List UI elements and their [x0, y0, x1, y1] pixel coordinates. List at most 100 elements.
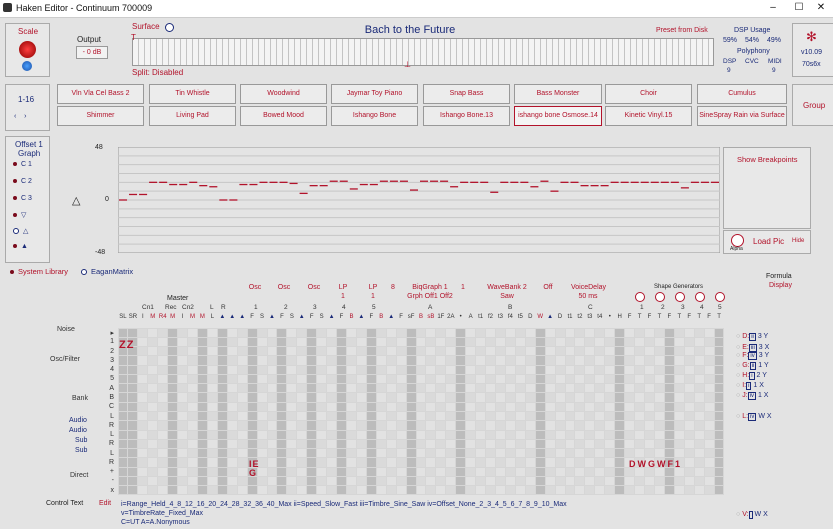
matrix-cell[interactable]	[257, 347, 267, 356]
matrix-cell[interactable]	[545, 328, 555, 337]
matrix-cell[interactable]	[327, 393, 337, 402]
matrix-cell[interactable]	[615, 328, 625, 337]
matrix-cell[interactable]	[635, 449, 644, 458]
matrix-col-code[interactable]: M	[148, 314, 158, 320]
matrix-cell[interactable]	[346, 486, 356, 495]
matrix-cell[interactable]	[277, 347, 287, 356]
matrix-cell[interactable]	[386, 384, 396, 393]
matrix-cell[interactable]	[178, 384, 188, 393]
matrix-cell[interactable]	[615, 374, 625, 384]
matrix-cell[interactable]	[426, 430, 436, 439]
matrix-cell[interactable]	[714, 421, 724, 430]
matrix-cell[interactable]	[178, 449, 188, 458]
matrix-cell[interactable]	[486, 486, 495, 495]
matrix-cell[interactable]	[466, 402, 476, 411]
formula-row[interactable]: ○ E: iii 3 X	[736, 344, 769, 352]
matrix-cell[interactable]	[605, 328, 615, 337]
matrix-cell[interactable]	[207, 458, 217, 467]
matrix-cell[interactable]	[188, 486, 197, 495]
matrix-cell[interactable]	[376, 393, 386, 402]
matrix-col-code[interactable]: •	[605, 314, 615, 320]
matrix-cell[interactable]	[476, 402, 486, 411]
matrix-cell[interactable]	[307, 458, 317, 467]
matrix-cell[interactable]	[307, 486, 317, 495]
matrix-cell[interactable]	[635, 430, 644, 439]
matrix-cell[interactable]	[674, 393, 684, 402]
matrix-cell[interactable]	[585, 439, 595, 449]
matrix-cell[interactable]	[714, 476, 724, 486]
matrix-cell[interactable]	[317, 458, 327, 467]
matrix-cell[interactable]	[664, 393, 674, 402]
matrix-cell[interactable]	[396, 356, 406, 365]
matrix-cell[interactable]	[585, 430, 595, 439]
matrix-col-code[interactable]: I	[138, 314, 148, 320]
matrix-cell[interactable]	[267, 421, 277, 430]
matrix-cell[interactable]	[555, 412, 565, 421]
matrix-cell[interactable]	[645, 421, 654, 430]
matrix-cell[interactable]	[714, 439, 724, 449]
matrix-cell[interactable]	[267, 365, 277, 374]
matrix-cell[interactable]	[337, 449, 346, 458]
matrix-cell[interactable]	[227, 476, 237, 486]
matrix-cell[interactable]	[654, 365, 664, 374]
matrix-cell[interactable]	[227, 328, 237, 337]
matrix-col-code[interactable]: F	[625, 314, 635, 320]
matrix-cell[interactable]	[486, 393, 495, 402]
matrix-cell[interactable]	[476, 421, 486, 430]
matrix-cell[interactable]	[148, 402, 158, 411]
matrix-cell[interactable]	[257, 430, 267, 439]
matrix-cell[interactable]	[595, 467, 605, 476]
matrix-cell[interactable]	[605, 347, 615, 356]
matrix-cell[interactable]	[585, 393, 595, 402]
matrix-cell[interactable]	[575, 449, 585, 458]
matrix-cell[interactable]	[287, 393, 297, 402]
matrix-cell[interactable]	[605, 486, 615, 495]
matrix-cell[interactable]	[416, 337, 426, 347]
matrix-cell[interactable]	[337, 439, 346, 449]
matrix-cell[interactable]	[466, 458, 476, 467]
matrix-cell[interactable]	[307, 476, 317, 486]
matrix-cell[interactable]	[237, 449, 247, 458]
matrix-cell[interactable]	[525, 337, 535, 347]
matrix-cell[interactable]	[207, 365, 217, 374]
matrix-cell[interactable]	[545, 458, 555, 467]
matrix-cell[interactable]	[426, 356, 436, 365]
matrix-cell[interactable]	[346, 393, 356, 402]
matrix-cell[interactable]	[217, 486, 227, 495]
matrix-cell[interactable]	[168, 347, 178, 356]
matrix-cell[interactable]	[307, 328, 317, 337]
matrix-cell[interactable]	[178, 467, 188, 476]
matrix-cell[interactable]	[327, 421, 337, 430]
matrix-cell[interactable]	[525, 402, 535, 411]
matrix-cell[interactable]	[466, 439, 476, 449]
matrix-cell[interactable]	[118, 328, 128, 337]
preset-button[interactable]: Ishango Bone	[331, 106, 418, 126]
matrix-cell[interactable]	[476, 393, 486, 402]
matrix-cell[interactable]	[505, 347, 515, 356]
preset-from-disk[interactable]: Preset from Disk	[656, 27, 708, 34]
matrix-cell[interactable]	[406, 384, 416, 393]
matrix-cell[interactable]	[337, 421, 346, 430]
matrix-cell[interactable]	[575, 430, 585, 439]
matrix-cell[interactable]	[694, 356, 704, 365]
matrix-cell[interactable]	[406, 374, 416, 384]
matrix-cell[interactable]	[476, 337, 486, 347]
matrix-cell[interactable]	[406, 356, 416, 365]
matrix-cell[interactable]	[337, 365, 346, 374]
matrix-cell[interactable]	[416, 402, 426, 411]
matrix-cell[interactable]	[386, 337, 396, 347]
matrix-cell[interactable]	[227, 430, 237, 439]
matrix-cell[interactable]	[386, 402, 396, 411]
matrix-cell[interactable]	[436, 458, 446, 467]
surface-keyboard[interactable]	[132, 38, 714, 66]
matrix-cell[interactable]	[217, 449, 227, 458]
matrix-cell[interactable]	[515, 393, 525, 402]
matrix-cell[interactable]	[118, 356, 128, 365]
matrix-row-code[interactable]: R	[104, 422, 114, 429]
matrix-cell[interactable]	[525, 365, 535, 374]
matrix-cell[interactable]	[714, 365, 724, 374]
matrix-cell[interactable]	[555, 356, 565, 365]
matrix-cell[interactable]	[247, 374, 257, 384]
matrix-cell[interactable]	[188, 449, 197, 458]
matrix-cell[interactable]	[386, 467, 396, 476]
